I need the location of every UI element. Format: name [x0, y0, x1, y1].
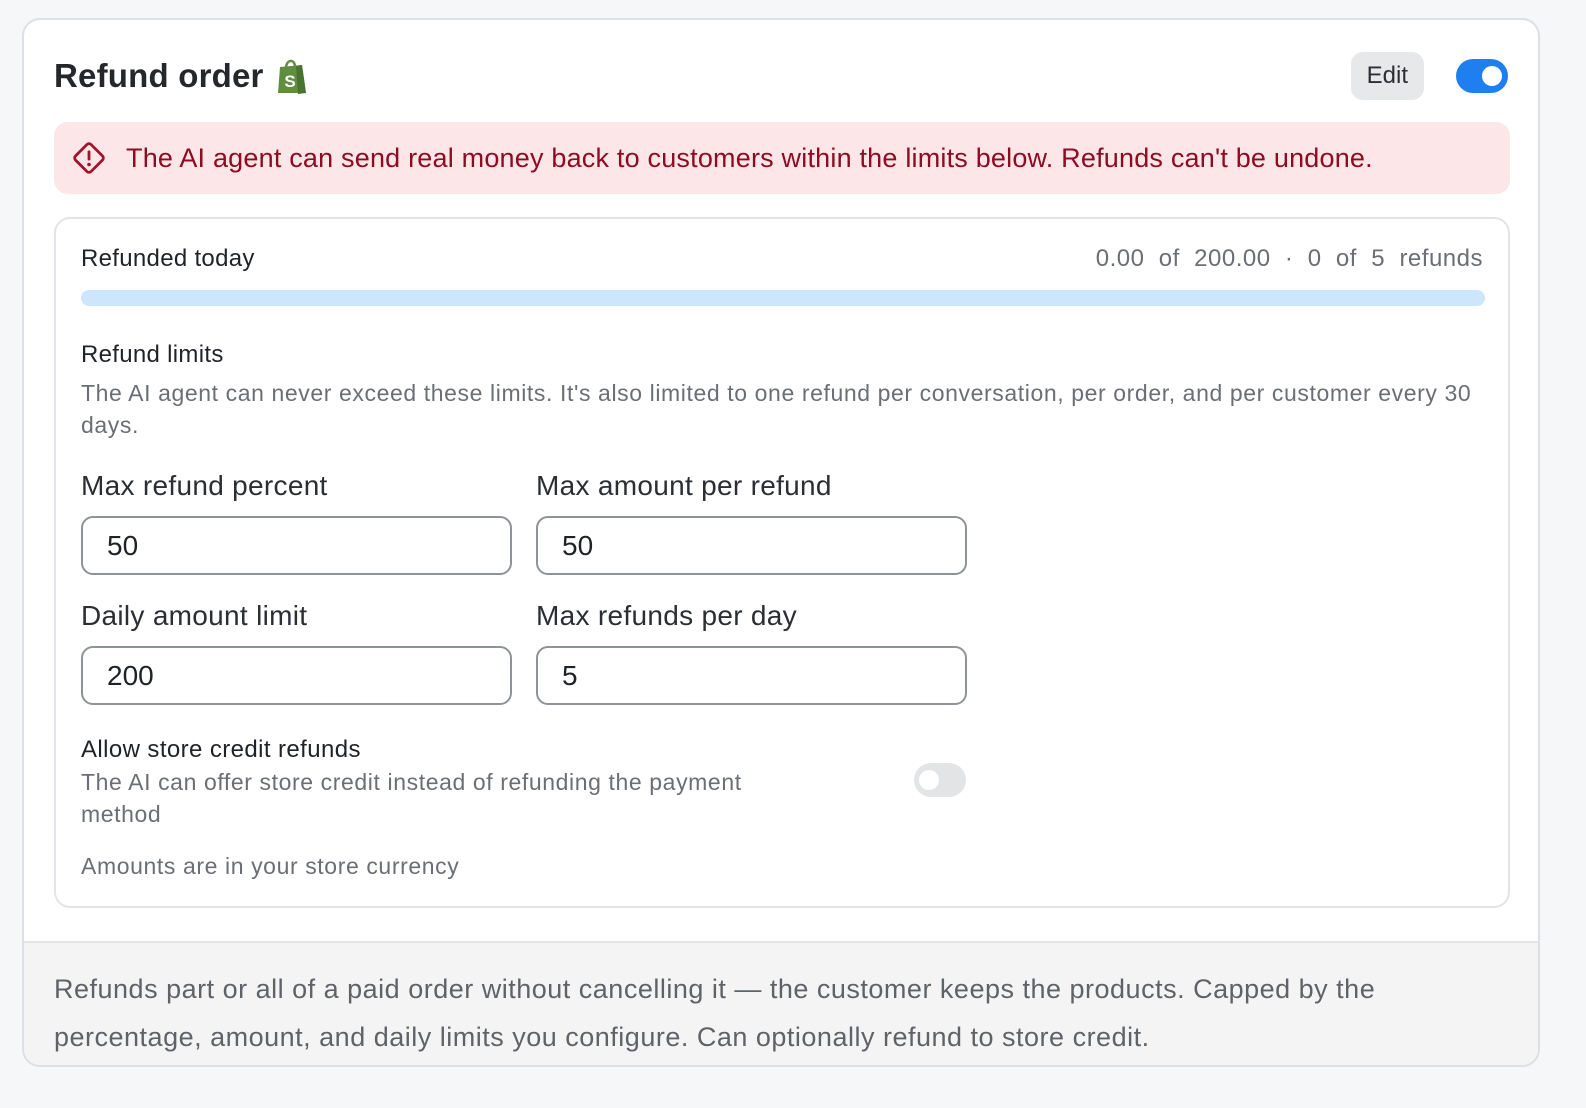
warning-text: The AI agent can send real money back to… — [126, 142, 1373, 173]
footer-description: Refunds part or all of a paid order with… — [54, 974, 1376, 1052]
usage-progress-bar — [81, 290, 1485, 306]
svg-text:S: S — [284, 72, 295, 91]
card-header: Refund order S Edit — [54, 52, 1508, 100]
max-refunds-per-day-field: Max refunds per day — [536, 600, 967, 705]
daily-amount-limit-label: Daily amount limit — [81, 600, 308, 631]
card-footer: Refunds part or all of a paid order with… — [24, 941, 1538, 1065]
card-title: Refund order — [54, 57, 264, 94]
alert-diamond-icon — [72, 141, 106, 175]
max-amount-per-refund-input[interactable] — [536, 516, 967, 575]
refund-limits-title: Refund limits — [81, 341, 224, 368]
daily-amount-limit-input[interactable] — [81, 646, 512, 705]
max-refund-percent-label: Max refund percent — [81, 470, 328, 501]
refunded-today-label: Refunded today — [81, 245, 255, 272]
edit-button[interactable]: Edit — [1350, 52, 1424, 100]
store-credit-description: The AI can offer store credit instead of… — [81, 769, 742, 827]
max-refund-percent-input[interactable] — [81, 516, 512, 575]
max-refund-percent-field: Max refund percent — [81, 470, 512, 575]
refund-limits-description: The AI agent can never exceed these limi… — [81, 380, 1472, 438]
refund-settings-panel: Refunded today 0.00 of 200.00 · 0 of 5 r… — [54, 217, 1510, 908]
refund-order-card: Refund order S Edit The AI agent can sen — [22, 18, 1540, 1067]
currency-note: Amounts are in your store currency — [81, 853, 460, 879]
max-refunds-per-day-label: Max refunds per day — [536, 600, 797, 631]
enable-toggle[interactable] — [1456, 59, 1508, 93]
store-credit-title: Allow store credit refunds — [81, 736, 361, 763]
max-amount-per-refund-field: Max amount per refund — [536, 470, 967, 575]
warning-banner: The AI agent can send real money back to… — [54, 122, 1510, 194]
usage-summary: 0.00 of 200.00 · 0 of 5 refunds — [1095, 245, 1483, 272]
shopify-bag-icon: S — [276, 57, 308, 95]
max-refunds-per-day-input[interactable] — [536, 646, 967, 705]
toggle-knob — [1482, 66, 1502, 86]
header-actions: Edit — [1350, 52, 1508, 100]
store-credit-toggle[interactable] — [914, 763, 966, 797]
max-amount-per-refund-label: Max amount per refund — [536, 470, 832, 501]
usage-row: Refunded today 0.00 of 200.00 · 0 of 5 r… — [81, 245, 1483, 273]
toggle-knob — [919, 770, 939, 790]
daily-amount-limit-field: Daily amount limit — [81, 600, 512, 705]
